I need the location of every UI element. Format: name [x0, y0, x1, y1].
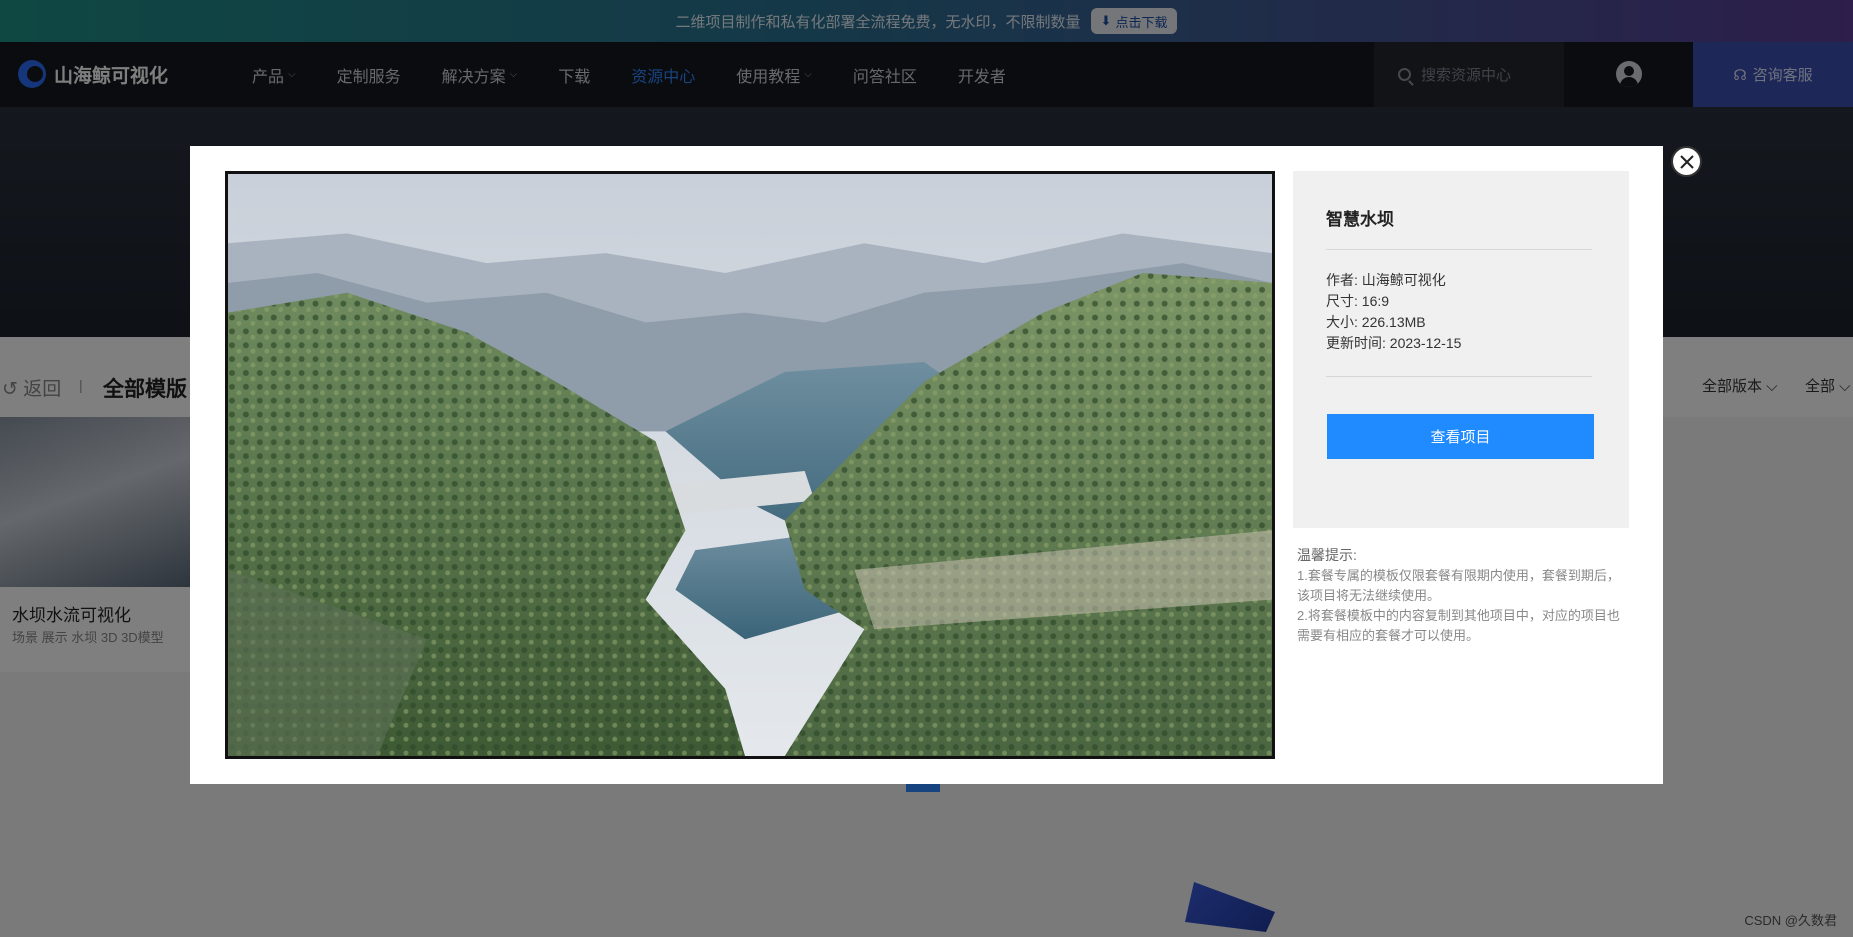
- view-project-button[interactable]: 查看项目: [1327, 414, 1594, 459]
- divider: [1326, 249, 1592, 250]
- project-title: 智慧水坝: [1326, 210, 1394, 229]
- project-updated: 更新时间: 2023-12-15: [1326, 335, 1462, 351]
- divider: [1326, 376, 1592, 377]
- dam-landscape-illustration: [228, 174, 1272, 756]
- tips-title: 温馨提示:: [1297, 547, 1357, 563]
- close-modal-button[interactable]: [1671, 146, 1702, 177]
- close-icon: [1679, 154, 1694, 169]
- project-author: 作者: 山海鲸可视化: [1326, 272, 1446, 288]
- tips-section: 温馨提示: 1.套餐专属的模板仅限套餐有限期内使用，套餐到期后，该项目将无法继续…: [1297, 545, 1627, 646]
- project-preview-modal: 智慧水坝 作者: 山海鲸可视化 尺寸: 16:9 大小: 226.13MB 更新…: [190, 146, 1663, 784]
- project-info-panel: 智慧水坝 作者: 山海鲸可视化 尺寸: 16:9 大小: 226.13MB 更新…: [1293, 171, 1629, 528]
- tips-line-1: 1.套餐专属的模板仅限套餐有限期内使用，套餐到期后，该项目将无法继续使用。: [1297, 568, 1620, 603]
- tips-line-2: 2.将套餐模板中的内容复制到其他项目中，对应的项目也需要有相应的套餐才可以使用。: [1297, 608, 1620, 643]
- project-preview-image: [225, 171, 1275, 759]
- project-ratio: 尺寸: 16:9: [1326, 293, 1390, 309]
- project-meta: 作者: 山海鲸可视化 尺寸: 16:9 大小: 226.13MB 更新时间: 2…: [1326, 270, 1461, 354]
- project-file-size: 大小: 226.13MB: [1326, 314, 1426, 330]
